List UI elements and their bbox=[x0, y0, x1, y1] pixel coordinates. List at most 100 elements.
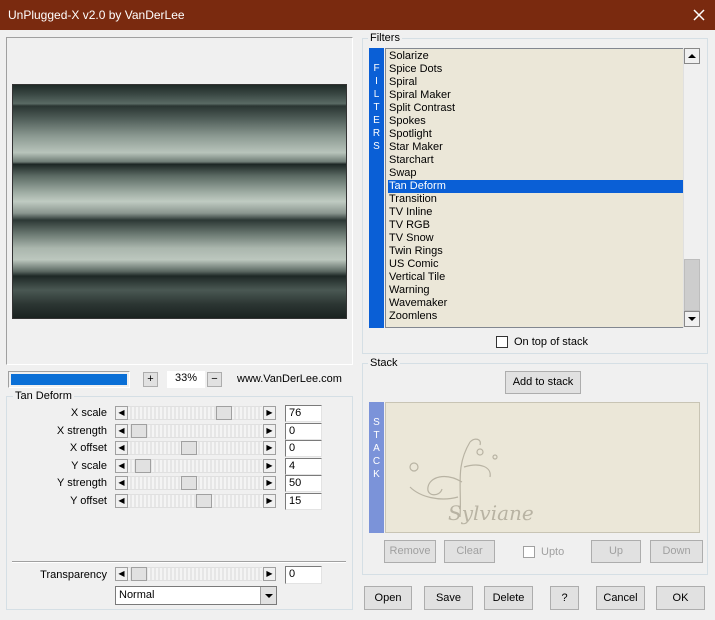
filter-item[interactable]: Spiral Maker bbox=[388, 89, 684, 102]
slider-increase[interactable]: ▶ bbox=[263, 476, 276, 491]
slider-decrease[interactable]: ◀ bbox=[115, 406, 128, 420]
slider-value-input[interactable]: 76 bbox=[285, 405, 322, 422]
chevron-down-icon bbox=[265, 594, 273, 598]
svg-text:Sylviane: Sylviane bbox=[448, 501, 534, 525]
on-top-checkbox[interactable] bbox=[496, 336, 508, 348]
filters-scrollbar[interactable] bbox=[683, 48, 700, 328]
zoom-level: 33% bbox=[167, 371, 205, 388]
filter-item[interactable]: TV RGB bbox=[388, 219, 684, 232]
chevron-down-icon bbox=[688, 317, 696, 321]
blend-mode-select[interactable]: Normal bbox=[115, 586, 277, 605]
slider-value-input[interactable]: 50 bbox=[285, 475, 322, 493]
slider-thumb[interactable] bbox=[216, 406, 232, 420]
slider-increase[interactable]: ▶ bbox=[263, 423, 276, 438]
transparency-increase[interactable]: ▶ bbox=[263, 567, 276, 581]
filter-item[interactable]: Split Contrast bbox=[388, 102, 684, 115]
slider-increase[interactable]: ▶ bbox=[263, 458, 276, 473]
slider-value-input[interactable]: 15 bbox=[285, 493, 322, 510]
open-button[interactable]: Open bbox=[364, 586, 412, 610]
slider-thumb[interactable] bbox=[131, 423, 147, 438]
scroll-up-button[interactable] bbox=[684, 48, 700, 64]
help-button[interactable]: ? bbox=[550, 586, 579, 610]
slider-track[interactable] bbox=[128, 423, 262, 438]
add-to-stack-button[interactable]: Add to stack bbox=[505, 371, 581, 394]
filter-item[interactable]: Spokes bbox=[388, 115, 684, 128]
title-bar: UnPlugged-X v2.0 by VanDerLee bbox=[0, 0, 715, 30]
filter-item[interactable]: Spice Dots bbox=[388, 63, 684, 76]
slider-label: Y strength bbox=[57, 477, 107, 490]
filter-item[interactable]: Spotlight bbox=[388, 128, 684, 141]
filter-item[interactable]: TV Snow bbox=[388, 232, 684, 245]
slider-decrease[interactable]: ◀ bbox=[115, 476, 128, 491]
slider-track[interactable] bbox=[128, 406, 262, 420]
slider-track[interactable] bbox=[128, 458, 262, 473]
on-top-label: On top of stack bbox=[514, 336, 588, 348]
slider-track[interactable] bbox=[128, 494, 262, 508]
transparency-track[interactable] bbox=[128, 567, 262, 581]
watermark-logo: Sylviane bbox=[409, 438, 534, 525]
slider-label: X scale bbox=[70, 407, 107, 419]
cancel-button[interactable]: Cancel bbox=[596, 586, 645, 610]
slider-decrease[interactable]: ◀ bbox=[115, 441, 128, 456]
blend-mode-dropdown-button[interactable] bbox=[260, 587, 276, 604]
slider-value-input[interactable]: 0 bbox=[285, 422, 322, 440]
stack-group-label: Stack bbox=[368, 357, 400, 369]
filter-item[interactable]: TV Inline bbox=[388, 206, 684, 219]
upto-checkbox[interactable] bbox=[523, 546, 535, 558]
vertical-tab-label: FILTERS bbox=[372, 63, 381, 152]
ok-button[interactable]: OK bbox=[656, 586, 705, 610]
slider-thumb[interactable] bbox=[181, 441, 197, 456]
delete-button[interactable]: Delete bbox=[484, 586, 533, 610]
slider-decrease[interactable]: ◀ bbox=[115, 458, 128, 473]
zoom-out-button[interactable]: − bbox=[207, 372, 222, 387]
filter-item[interactable]: Spiral bbox=[388, 76, 684, 89]
filters-list[interactable]: Solarize Spice Dots Spiral Spiral Maker Spli… bbox=[385, 48, 700, 328]
preview-image bbox=[12, 84, 347, 319]
slider-increase[interactable]: ▶ bbox=[263, 494, 276, 508]
close-icon bbox=[693, 9, 705, 21]
save-button[interactable]: Save bbox=[424, 586, 473, 610]
filter-item[interactable]: Twin Rings bbox=[388, 245, 684, 258]
slider-thumb[interactable] bbox=[196, 494, 212, 508]
slider-value-input[interactable]: 0 bbox=[285, 440, 322, 458]
website-link[interactable]: www.VanDerLee.com bbox=[237, 373, 342, 385]
filter-item[interactable]: Swap bbox=[388, 167, 684, 180]
slider-decrease[interactable]: ◀ bbox=[115, 423, 128, 438]
slider-label: Y scale bbox=[71, 459, 107, 472]
filter-item[interactable]: US Comic bbox=[388, 258, 684, 271]
zoom-in-button[interactable]: + bbox=[143, 372, 158, 387]
transparency-thumb[interactable] bbox=[131, 567, 147, 581]
slider-track[interactable] bbox=[128, 441, 262, 456]
close-button[interactable] bbox=[686, 2, 712, 28]
filter-item[interactable]: Warning bbox=[388, 284, 684, 297]
slider-thumb[interactable] bbox=[181, 476, 197, 491]
slider-thumb[interactable] bbox=[135, 458, 151, 473]
filter-item[interactable]: Starchart bbox=[388, 154, 684, 167]
slider-decrease[interactable]: ◀ bbox=[115, 494, 128, 508]
filter-item[interactable]: Transition bbox=[388, 193, 684, 206]
filter-item[interactable]: Wavemaker bbox=[388, 297, 684, 310]
slider-increase[interactable]: ▶ bbox=[263, 441, 276, 456]
slider-track[interactable] bbox=[128, 476, 262, 491]
transparency-input[interactable]: 0 bbox=[285, 566, 322, 584]
filter-item[interactable]: Solarize bbox=[388, 50, 684, 63]
down-button[interactable]: Down bbox=[650, 540, 703, 563]
transparency-decrease[interactable]: ◀ bbox=[115, 567, 128, 581]
params-group-label: Tan Deform bbox=[13, 390, 74, 402]
remove-button[interactable]: Remove bbox=[384, 540, 436, 563]
clear-button[interactable]: Clear bbox=[444, 540, 495, 563]
slider-label: X offset bbox=[69, 442, 107, 455]
slider-value-input[interactable]: 4 bbox=[285, 457, 322, 475]
vertical-tab-label: STACK bbox=[372, 417, 381, 480]
filter-item[interactable]: Vertical Tile bbox=[388, 271, 684, 284]
filters-tab: FILTERS bbox=[369, 48, 384, 328]
scroll-thumb[interactable] bbox=[684, 259, 700, 311]
up-button[interactable]: Up bbox=[591, 540, 641, 563]
filter-item[interactable]: Zoomlens bbox=[388, 310, 684, 323]
blend-mode-value: Normal bbox=[119, 589, 155, 601]
upto-label: Upto bbox=[541, 546, 565, 558]
scroll-down-button[interactable] bbox=[684, 311, 700, 327]
slider-increase[interactable]: ▶ bbox=[263, 406, 276, 420]
filter-item[interactable]: Star Maker bbox=[388, 141, 684, 154]
filter-item[interactable]: Tan Deform bbox=[388, 180, 684, 193]
